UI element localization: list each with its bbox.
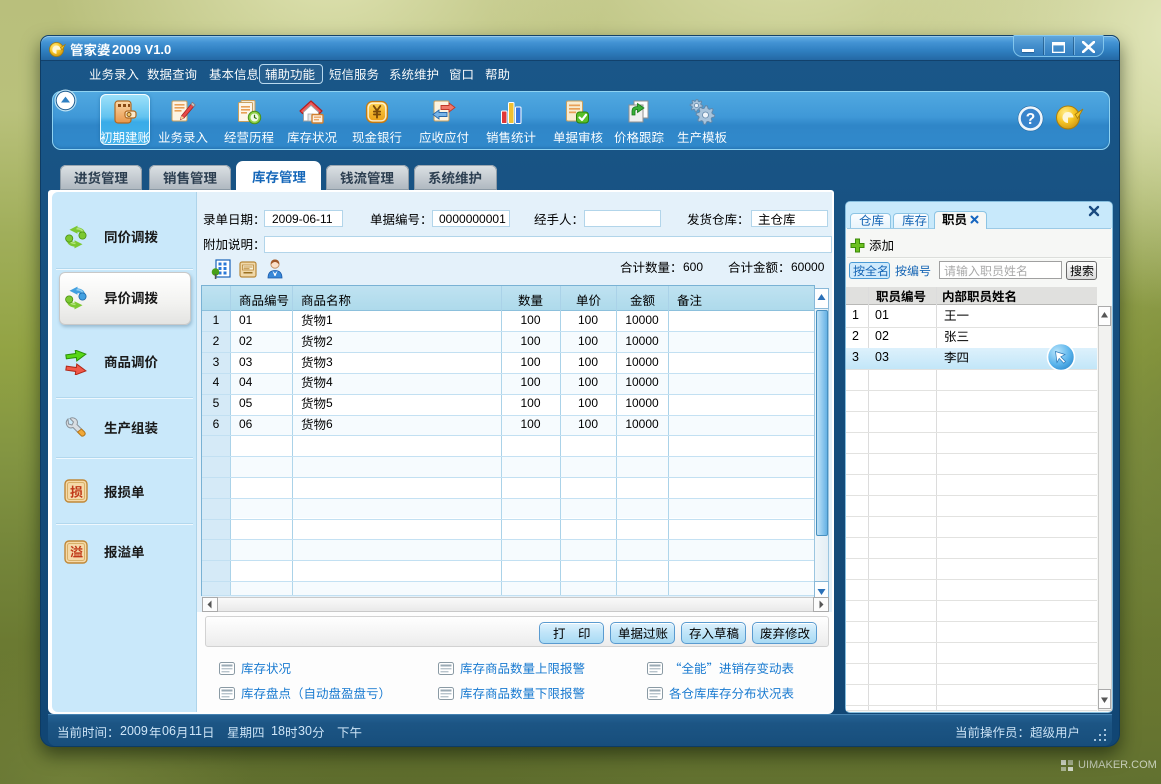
svg-text:?: ?: [1026, 111, 1035, 128]
